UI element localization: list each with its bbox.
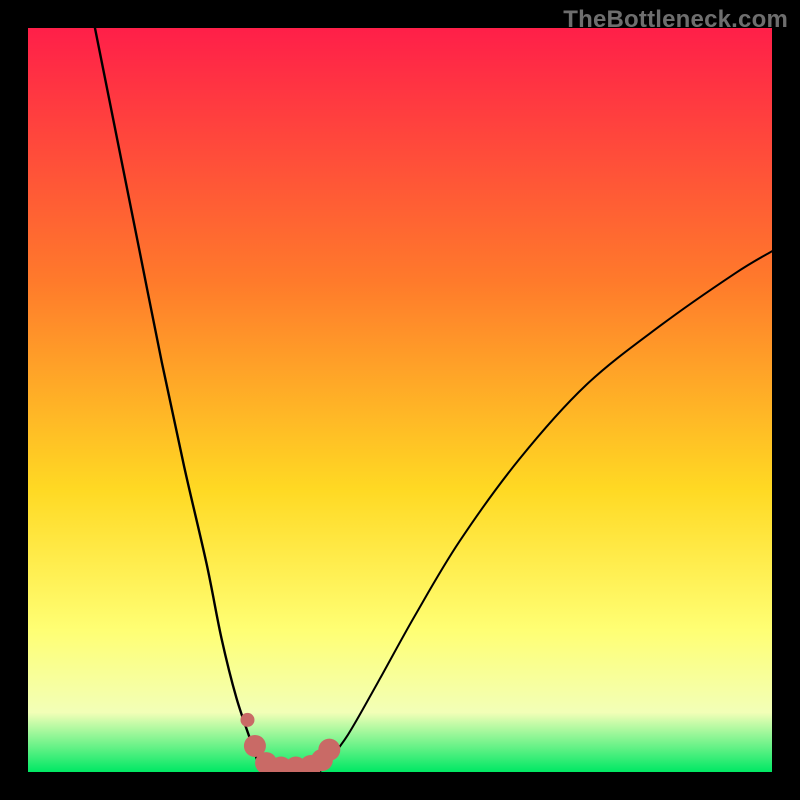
marker-dot bbox=[318, 739, 340, 761]
marker-dot bbox=[240, 713, 254, 727]
chart-svg bbox=[28, 28, 772, 772]
chart-frame: TheBottleneck.com bbox=[0, 0, 800, 800]
gradient-background bbox=[28, 28, 772, 772]
plot-area bbox=[28, 28, 772, 772]
